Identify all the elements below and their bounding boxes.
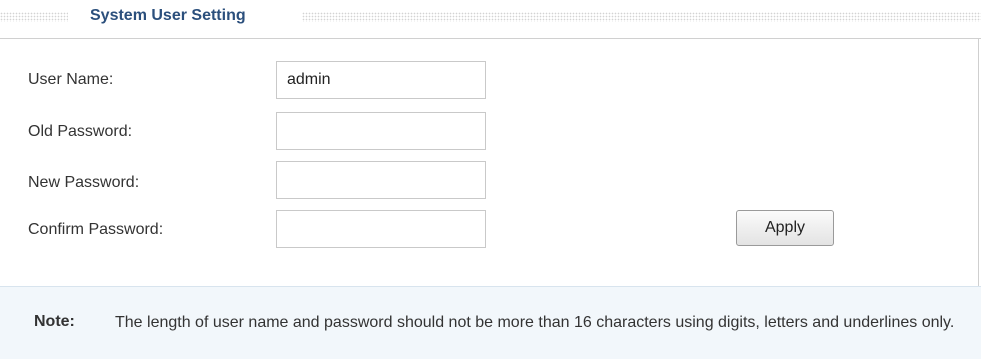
new-password-label: New Password: — [28, 174, 140, 191]
confirm-password-input[interactable] — [276, 210, 486, 248]
header-dotted-rule-right — [302, 12, 981, 22]
username-label: User Name: — [28, 71, 114, 88]
header-dotted-rule-left — [0, 12, 68, 22]
section-header: System User Setting — [0, 0, 981, 38]
user-setting-form: User Name: Old Password: New Password: C… — [0, 39, 979, 286]
new-password-input[interactable] — [276, 161, 486, 199]
old-password-input[interactable] — [276, 112, 486, 150]
note-text: The length of user name and password sho… — [115, 314, 955, 331]
note-panel: Note: The length of user name and passwo… — [0, 286, 981, 359]
old-password-label: Old Password: — [28, 123, 133, 140]
note-label: Note: — [34, 313, 75, 330]
system-user-setting-page: System User Setting User Name: Old Passw… — [0, 0, 981, 359]
section-title: System User Setting — [90, 7, 246, 24]
username-input[interactable] — [276, 61, 486, 99]
confirm-password-label: Confirm Password: — [28, 221, 164, 238]
apply-button[interactable]: Apply — [736, 210, 834, 246]
